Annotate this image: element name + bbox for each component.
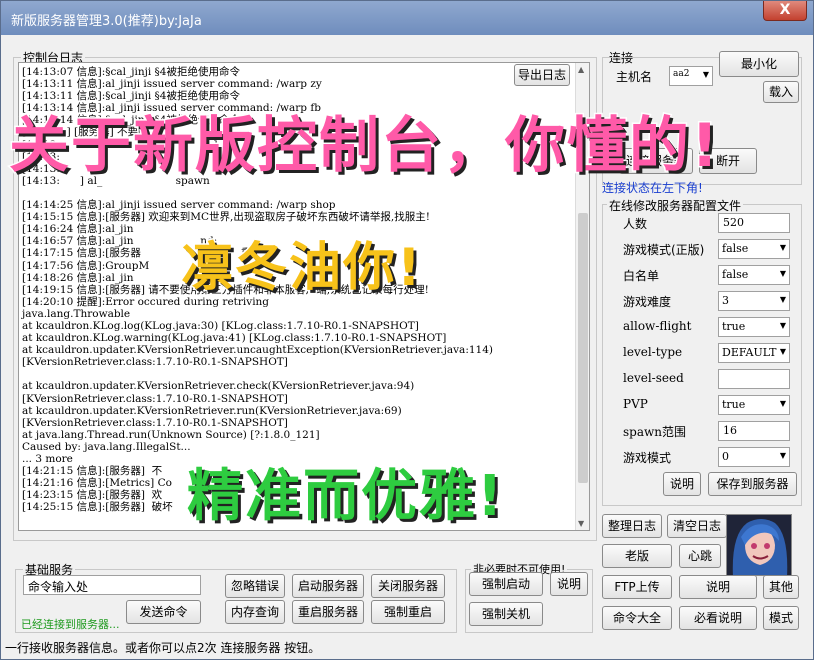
- force-restart-button[interactable]: 强制重启: [371, 600, 445, 624]
- config-input[interactable]: 16: [718, 421, 790, 441]
- chevron-down-icon: ▼: [779, 321, 786, 330]
- config-select[interactable]: true ▼: [718, 395, 790, 415]
- chevron-down-icon: ▼: [779, 269, 786, 278]
- log-line: [KVersionRetriever.class:1.7.10-R0.1-SNA…: [22, 392, 288, 405]
- config-select[interactable]: false ▼: [718, 239, 790, 259]
- restart-server-button[interactable]: 重启服务器: [292, 600, 364, 624]
- config-value: DEFAULT: [722, 346, 777, 359]
- config-label: 白名单: [623, 269, 660, 283]
- force-start-button[interactable]: 强制启动: [469, 572, 543, 596]
- must-read-button[interactable]: 必看说明: [679, 606, 757, 630]
- headline-overlay: 关于新版控制台，你懂的!: [7, 110, 721, 183]
- other-button[interactable]: 其他: [763, 575, 799, 599]
- config-value: 3: [722, 294, 729, 307]
- log-line: at kcauldron.updater.KVersionRetriever.r…: [22, 404, 402, 417]
- stop-server-button[interactable]: 关闭服务器: [371, 574, 445, 598]
- save-to-server-button[interactable]: 保存到服务器: [708, 472, 797, 496]
- config-select[interactable]: true ▼: [718, 317, 790, 337]
- config-value: 520: [723, 216, 744, 229]
- config-label: spawn范围: [623, 425, 686, 439]
- log-line: [14:13:07 信息]:§cal_jinji §4被拒绝使用命令: [22, 66, 240, 78]
- clear-log-button[interactable]: 清空日志: [667, 514, 727, 538]
- host-select[interactable]: aa2 ▼: [669, 66, 713, 86]
- minimize-button[interactable]: 最小化: [719, 51, 799, 77]
- cheer-overlay: 凛冬油你!: [180, 237, 423, 300]
- log-line: at kcauldron.KLog.warning(KLog.java:41) …: [22, 332, 447, 345]
- config-value: false: [722, 268, 749, 281]
- chevron-down-icon: ▼: [779, 347, 786, 356]
- avatar: [726, 514, 792, 576]
- command-list-button[interactable]: 命令大全: [602, 606, 672, 630]
- config-value: true: [722, 398, 746, 411]
- load-button[interactable]: 载入: [763, 81, 799, 103]
- chevron-down-icon: ▼: [779, 451, 786, 460]
- config-label: 人数: [623, 217, 648, 231]
- log-line: [14:13:11 信息]:al_jinji issued server com…: [22, 78, 322, 91]
- config-label: allow-flight: [623, 319, 692, 333]
- old-version-button[interactable]: 老版: [602, 544, 672, 568]
- config-value: 16: [723, 424, 737, 437]
- config-value: true: [722, 320, 746, 333]
- heartbeat-button[interactable]: 心跳: [679, 544, 721, 568]
- host-value: aa2: [673, 69, 690, 79]
- tagline-overlay: 精准而优雅!: [186, 463, 505, 531]
- window-title: 新版服务器管理3.0(推荐)by:JaJa: [11, 14, 202, 29]
- mode-button[interactable]: 模式: [763, 606, 799, 630]
- log-line: [14:14:25 信息]:al_jinji issued server com…: [22, 199, 336, 212]
- config-label: PVP: [623, 397, 648, 411]
- config-select[interactable]: 3 ▼: [718, 291, 790, 311]
- connected-status: 已经连接到服务器...: [21, 618, 120, 631]
- chevron-down-icon: ▼: [702, 70, 709, 79]
- config-label: 游戏模式: [623, 451, 672, 465]
- config-explain-button[interactable]: 说明: [663, 472, 701, 496]
- log-line: at kcauldron.KLog.log(KLog.java:30) [KLo…: [22, 319, 419, 332]
- config-select[interactable]: 0 ▼: [718, 447, 790, 467]
- log-line: at kcauldron.updater.KVersionRetriever.c…: [22, 380, 415, 393]
- log-line: [KVersionRetriever.class:1.7.10-R0.1-SNA…: [22, 416, 288, 429]
- close-button[interactable]: X: [763, 1, 807, 21]
- config-select[interactable]: false ▼: [718, 265, 790, 285]
- ignore-error-button[interactable]: 忽略错误: [225, 574, 285, 598]
- scroll-down-icon[interactable]: ▼: [578, 519, 584, 528]
- start-server-button[interactable]: 启动服务器: [292, 574, 364, 598]
- command-input[interactable]: 命令输入处: [23, 575, 201, 595]
- chevron-down-icon: ▼: [779, 243, 786, 252]
- tools-explain-button[interactable]: 说明: [679, 575, 757, 599]
- config-input[interactable]: [718, 369, 790, 389]
- tidy-log-button[interactable]: 整理日志: [602, 514, 662, 538]
- title-bar: 新版服务器管理3.0(推荐)by:JaJa X: [1, 1, 813, 35]
- export-log-button[interactable]: 导出日志: [514, 64, 570, 86]
- scroll-up-icon[interactable]: ▲: [578, 65, 584, 74]
- status-bar-text: 一行接收服务器信息。或者你可以点2次 连接服务器 按钮。: [5, 641, 321, 655]
- send-command-button[interactable]: 发送命令: [126, 600, 201, 624]
- log-line: at java.lang.Thread.run(Unknown Source) …: [22, 428, 320, 441]
- config-input[interactable]: 520: [718, 213, 790, 233]
- chevron-down-icon: ▼: [779, 295, 786, 304]
- config-value: 0: [722, 450, 729, 463]
- log-line: [KVersionRetriever.class:1.7.10-R0.1-SNA…: [22, 356, 288, 369]
- config-select[interactable]: DEFAULT ▼: [718, 343, 790, 363]
- app-window: 新版服务器管理3.0(推荐)by:JaJa X 控制台日志 [14:13:07 …: [0, 0, 814, 660]
- command-input-placeholder: 命令输入处: [28, 580, 89, 594]
- config-label: 游戏模式(正版): [623, 243, 705, 257]
- config-label: level-seed: [623, 371, 684, 385]
- config-label: level-type: [623, 345, 683, 359]
- log-line: java.lang.Throwable: [22, 307, 131, 320]
- memory-query-button[interactable]: 内存查询: [225, 600, 285, 624]
- host-label: 主机名: [616, 70, 653, 84]
- chevron-down-icon: ▼: [779, 399, 786, 408]
- config-label: 游戏难度: [623, 295, 672, 309]
- scroll-thumb[interactable]: [578, 213, 588, 483]
- log-line: at kcauldron.updater.KVersionRetriever.u…: [22, 344, 493, 357]
- config-group-label: 在线修改服务器配置文件: [607, 197, 744, 214]
- force-shutdown-button[interactable]: 强制关机: [469, 602, 543, 626]
- config-value: false: [722, 242, 749, 255]
- ftp-upload-button[interactable]: FTP上传: [602, 575, 672, 599]
- force-explain-button[interactable]: 说明: [550, 572, 588, 596]
- log-line: [14:15:15 信息]:[服务器] 欢迎来到MC世界,出现盗取房子破坏东西破…: [22, 211, 430, 224]
